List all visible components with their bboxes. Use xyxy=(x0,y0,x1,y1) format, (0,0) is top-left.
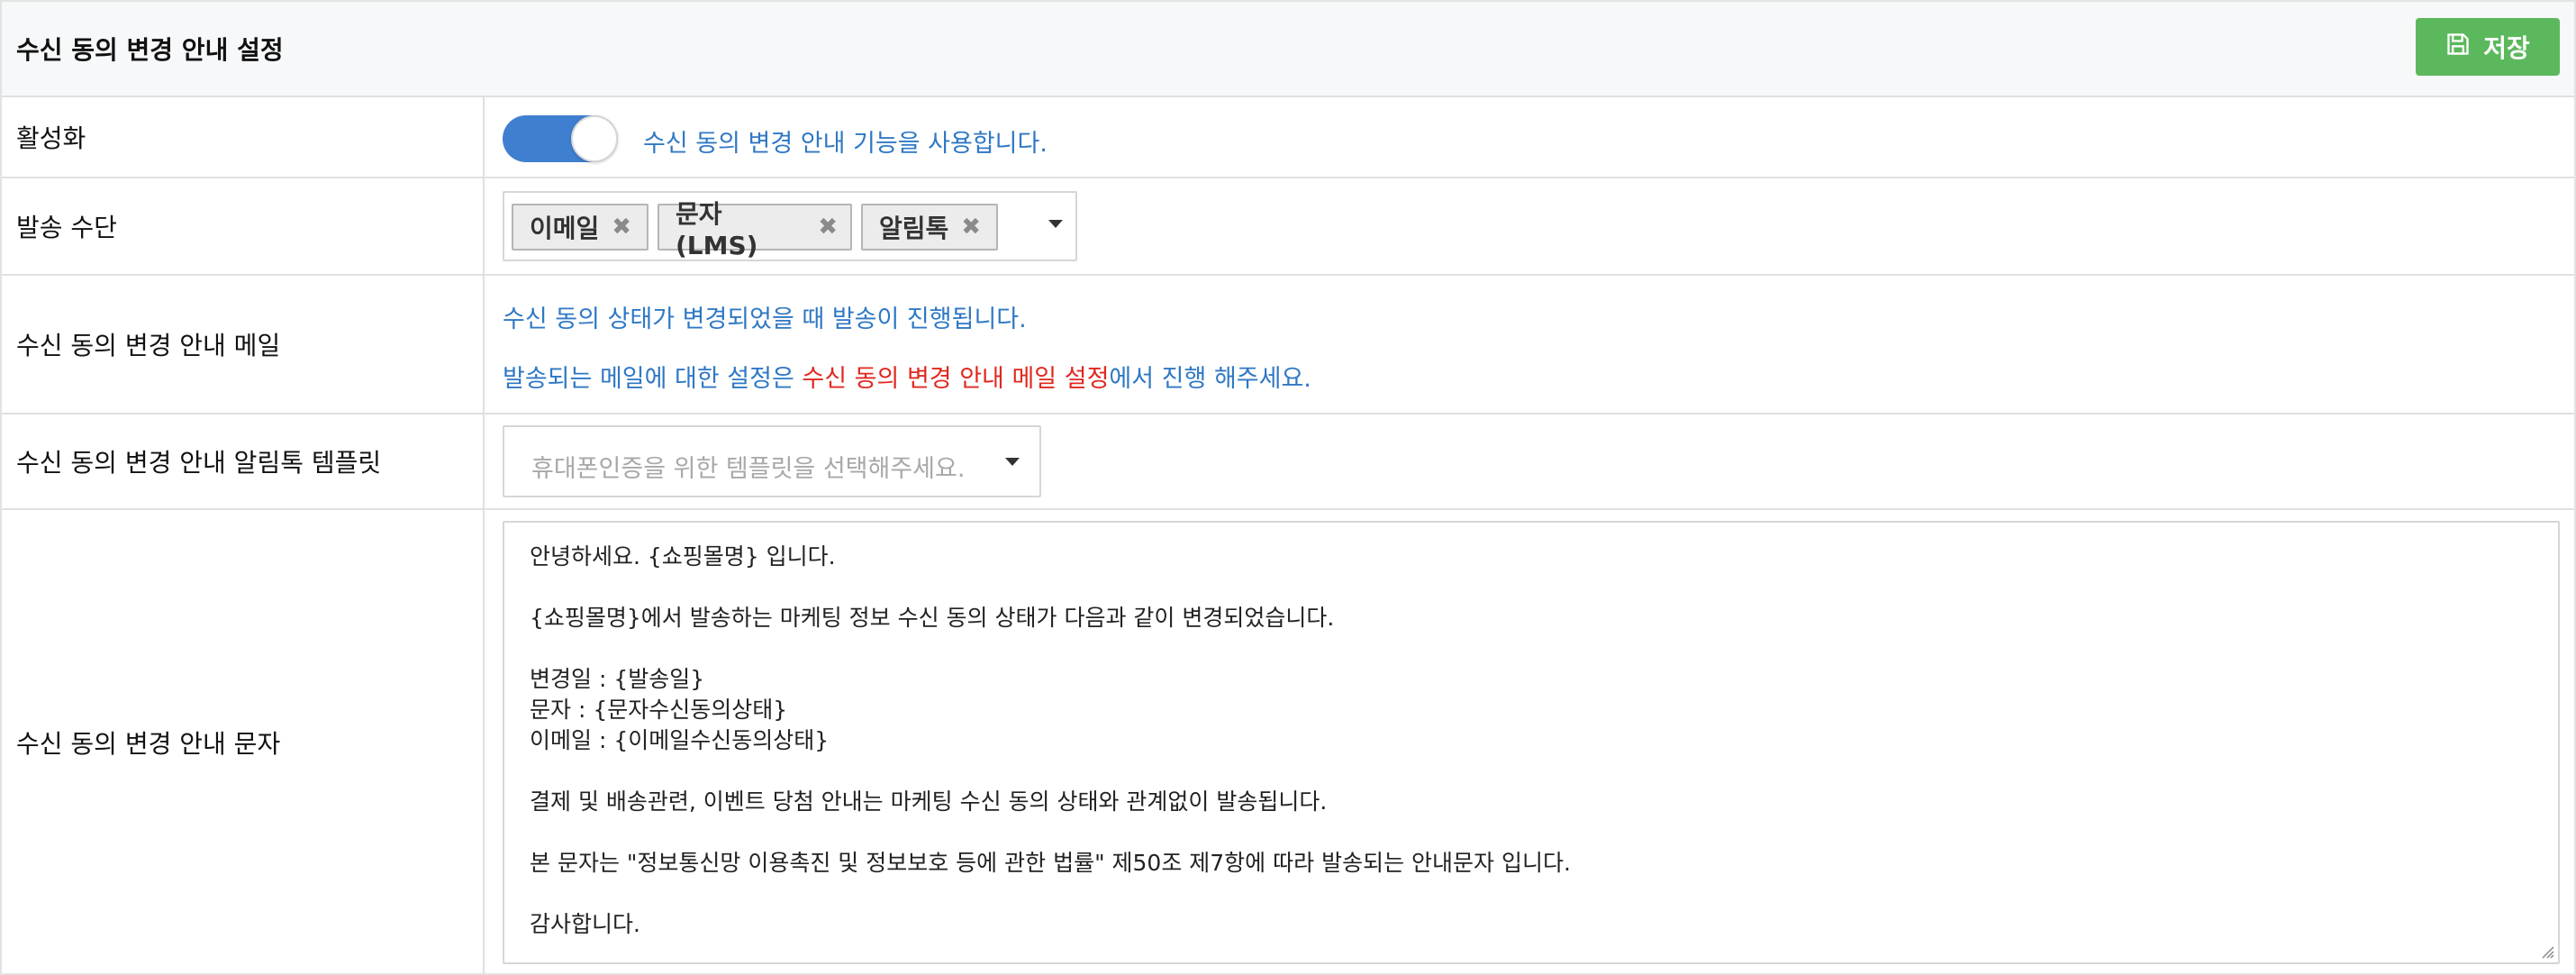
save-button-label: 저장 xyxy=(2483,33,2530,63)
tag-label: 문자 (LMS) xyxy=(676,198,758,260)
sms-message-textarea[interactable]: 안녕하세요. {쇼핑몰명} 입니다. {쇼핑몰명}에서 발송하는 마케팅 정보 … xyxy=(503,521,2560,964)
row-label-activation: 활성화 xyxy=(2,97,485,177)
row-label-sms: 수신 동의 변경 안내 문자 xyxy=(2,510,485,975)
remove-tag-icon[interactable]: ✖ xyxy=(818,214,838,241)
tag-lms: 문자 (LMS) ✖ xyxy=(658,199,852,260)
mail-settings-link[interactable]: 수신 동의 변경 안내 메일 설정 xyxy=(802,365,1109,393)
tag-alimtalk: 알림톡 ✖ xyxy=(861,204,998,251)
textarea-line: 안녕하세요. {쇼핑몰명} 입니다. xyxy=(530,543,836,570)
chevron-down-icon xyxy=(1005,458,1020,466)
tag-email: 이메일 ✖ xyxy=(512,204,649,251)
row-activation: 활성화 수신 동의 변경 안내 기능을 사용합니다. xyxy=(2,97,2574,178)
chevron-down-icon[interactable] xyxy=(1048,220,1063,228)
send-method-multiselect[interactable]: 이메일 ✖ 문자 (LMS) ✖ 알림톡 ✖ xyxy=(503,191,1077,261)
row-alimtalk-template: 수신 동의 변경 안내 알림톡 템플릿 휴대폰인증을 위한 템플릿을 선택해주세… xyxy=(2,415,2574,510)
tag-label: 이메일 xyxy=(530,214,600,243)
remove-tag-icon[interactable]: ✖ xyxy=(961,214,981,241)
remove-tag-icon[interactable]: ✖ xyxy=(612,214,631,241)
tag-label: 알림톡 xyxy=(879,214,949,243)
floppy-disk-icon xyxy=(2445,32,2471,63)
activation-toggle[interactable] xyxy=(503,115,618,162)
toggle-knob xyxy=(571,115,618,162)
textarea-line: 변경일 : {발송일} xyxy=(530,666,705,692)
row-send-method: 발송 수단 이메일 ✖ 문자 (LMS) ✖ 알림톡 ✖ xyxy=(2,178,2574,276)
save-button[interactable]: 저장 xyxy=(2416,18,2560,76)
mail-info-line: 수신 동의 상태가 변경되었을 때 발송이 진행됩니다. xyxy=(503,305,1027,333)
row-label-alimtalk: 수신 동의 변경 안내 알림톡 템플릿 xyxy=(2,415,485,508)
row-sms: 수신 동의 변경 안내 문자 안녕하세요. {쇼핑몰명} 입니다. {쇼핑몰명}… xyxy=(2,510,2574,975)
mail-settings-suffix: 에서 진행 해주세요. xyxy=(1109,365,1311,393)
panel-header: 수신 동의 변경 안내 설정 저장 xyxy=(2,2,2574,97)
alimtalk-template-select[interactable]: 휴대폰인증을 위한 템플릿을 선택해주세요. xyxy=(503,425,1041,497)
page-title: 수신 동의 변경 안내 설정 xyxy=(16,35,284,65)
settings-panel: 수신 동의 변경 안내 설정 저장 활성화 수신 동의 변경 안내 기능을 사용… xyxy=(0,0,2576,975)
mail-settings-line: 발송되는 메일에 대한 설정은 수신 동의 변경 안내 메일 설정에서 진행 해… xyxy=(503,359,1311,394)
select-placeholder: 휴대폰인증을 위한 템플릿을 선택해주세요. xyxy=(531,455,966,483)
row-mail: 수신 동의 변경 안내 메일 수신 동의 상태가 변경되었을 때 발송이 진행됩… xyxy=(2,276,2574,415)
textarea-line: 결제 및 배송관련, 이벤트 당첨 안내는 마케팅 수신 동의 상태와 관계없이… xyxy=(530,788,1328,815)
activation-description: 수신 동의 변경 안내 기능을 사용합니다. xyxy=(643,130,1048,158)
mail-settings-prefix: 발송되는 메일에 대한 설정은 xyxy=(503,365,803,393)
textarea-line: 이메일 : {이메일수신동의상태} xyxy=(530,727,830,753)
textarea-line: 문자 : {문자수신동의상태} xyxy=(530,697,788,723)
textarea-line: {쇼핑몰명}에서 발송하는 마케팅 정보 수신 동의 상태가 다음과 같이 변경… xyxy=(530,605,1335,631)
resize-grip-icon[interactable] xyxy=(2540,944,2554,959)
row-label-mail: 수신 동의 변경 안내 메일 xyxy=(2,276,485,413)
row-label-send-method: 발송 수단 xyxy=(2,178,485,274)
textarea-line: 본 문자는 "정보통신망 이용촉진 및 정보보호 등에 관한 법률" 제50조 … xyxy=(530,850,1571,876)
textarea-line: 감사합니다. xyxy=(530,911,640,937)
